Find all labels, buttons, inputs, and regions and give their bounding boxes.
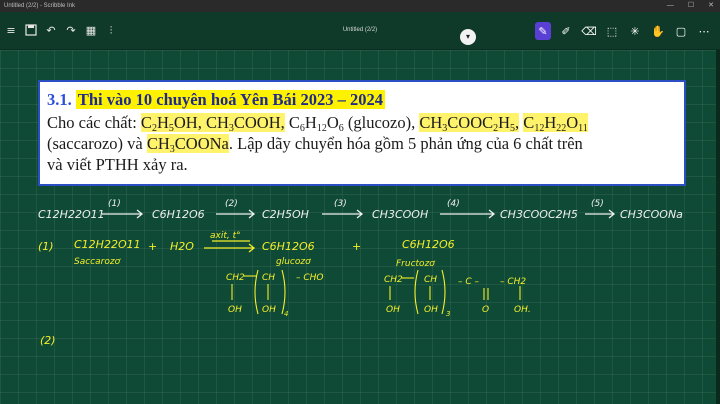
svg-text:3: 3 bbox=[446, 310, 450, 318]
svg-text:CH2: CH2 bbox=[384, 275, 403, 285]
step-2-label: (2) bbox=[40, 334, 56, 347]
step-1-plus: + bbox=[148, 240, 157, 253]
chain-arrow-label-4: (4) bbox=[447, 199, 460, 209]
svg-text:OH: OH bbox=[424, 305, 438, 315]
svg-text:4: 4 bbox=[284, 310, 288, 318]
chain-ethanol: C2H5OH bbox=[262, 208, 309, 221]
step-1-arrow bbox=[204, 240, 256, 253]
fructose-structure: CH2 OH CH OH 3 – C – O – CH2 OH. bbox=[384, 275, 531, 318]
step-1-label: (1) bbox=[38, 240, 54, 253]
step-1-condition: axit, t° bbox=[210, 231, 241, 241]
svg-text:CH: CH bbox=[262, 273, 275, 283]
svg-text:OH.: OH. bbox=[514, 305, 531, 315]
chain-sodium-acetate: CH3COONa bbox=[620, 208, 683, 221]
reaction-chain: C12H22O11 (1) C6H12O6 (2) C2H5OH (3) CH3… bbox=[38, 199, 683, 221]
chain-glucose: C6H12O6 bbox=[152, 208, 205, 221]
step-1-product-1: C6H12O6 bbox=[262, 240, 315, 253]
svg-text:OH: OH bbox=[262, 305, 276, 315]
step-1-plus-2: + bbox=[352, 240, 361, 253]
chain-arrow-label-1: (1) bbox=[108, 199, 121, 209]
svg-text:CH2: CH2 bbox=[226, 273, 245, 283]
step-1-water: H2O bbox=[170, 240, 194, 253]
svg-text:– C –: – C – bbox=[458, 277, 480, 287]
step-1-product-1-name: glucozơ bbox=[276, 257, 311, 267]
svg-text:OH: OH bbox=[228, 305, 242, 315]
step-1-reactant-name: Saccarozơ bbox=[74, 257, 121, 267]
svg-text:OH: OH bbox=[386, 305, 400, 315]
step-1-reactant: C12H22O11 bbox=[74, 238, 141, 251]
svg-text:– CH2: – CH2 bbox=[500, 277, 526, 287]
handwriting-layer: C12H22O11 (1) C6H12O6 (2) C2H5OH (3) CH3… bbox=[38, 199, 683, 347]
svg-text:CH: CH bbox=[424, 275, 437, 285]
svg-text:O: O bbox=[482, 305, 489, 315]
chain-saccarozo: C12H22O11 bbox=[38, 208, 105, 221]
chain-arrow-label-5: (5) bbox=[591, 199, 604, 209]
chain-arrow-label-2: (2) bbox=[225, 199, 238, 209]
step-1: (1) C12H22O11 Saccarozơ + H2O axit, t° C… bbox=[38, 231, 455, 269]
svg-text:– CHO: – CHO bbox=[296, 273, 324, 283]
chain-arrow-label-3: (3) bbox=[334, 199, 347, 209]
chain-acetic-acid: CH3COOH bbox=[372, 208, 428, 221]
step-1-product-2: C6H12O6 bbox=[402, 238, 455, 251]
glucose-structure: CH2 OH CH OH 4 – CHO bbox=[226, 273, 324, 318]
chain-ester: CH3COOC2H5 bbox=[500, 208, 578, 221]
step-1-product-2-name: Fructozơ bbox=[396, 259, 435, 269]
